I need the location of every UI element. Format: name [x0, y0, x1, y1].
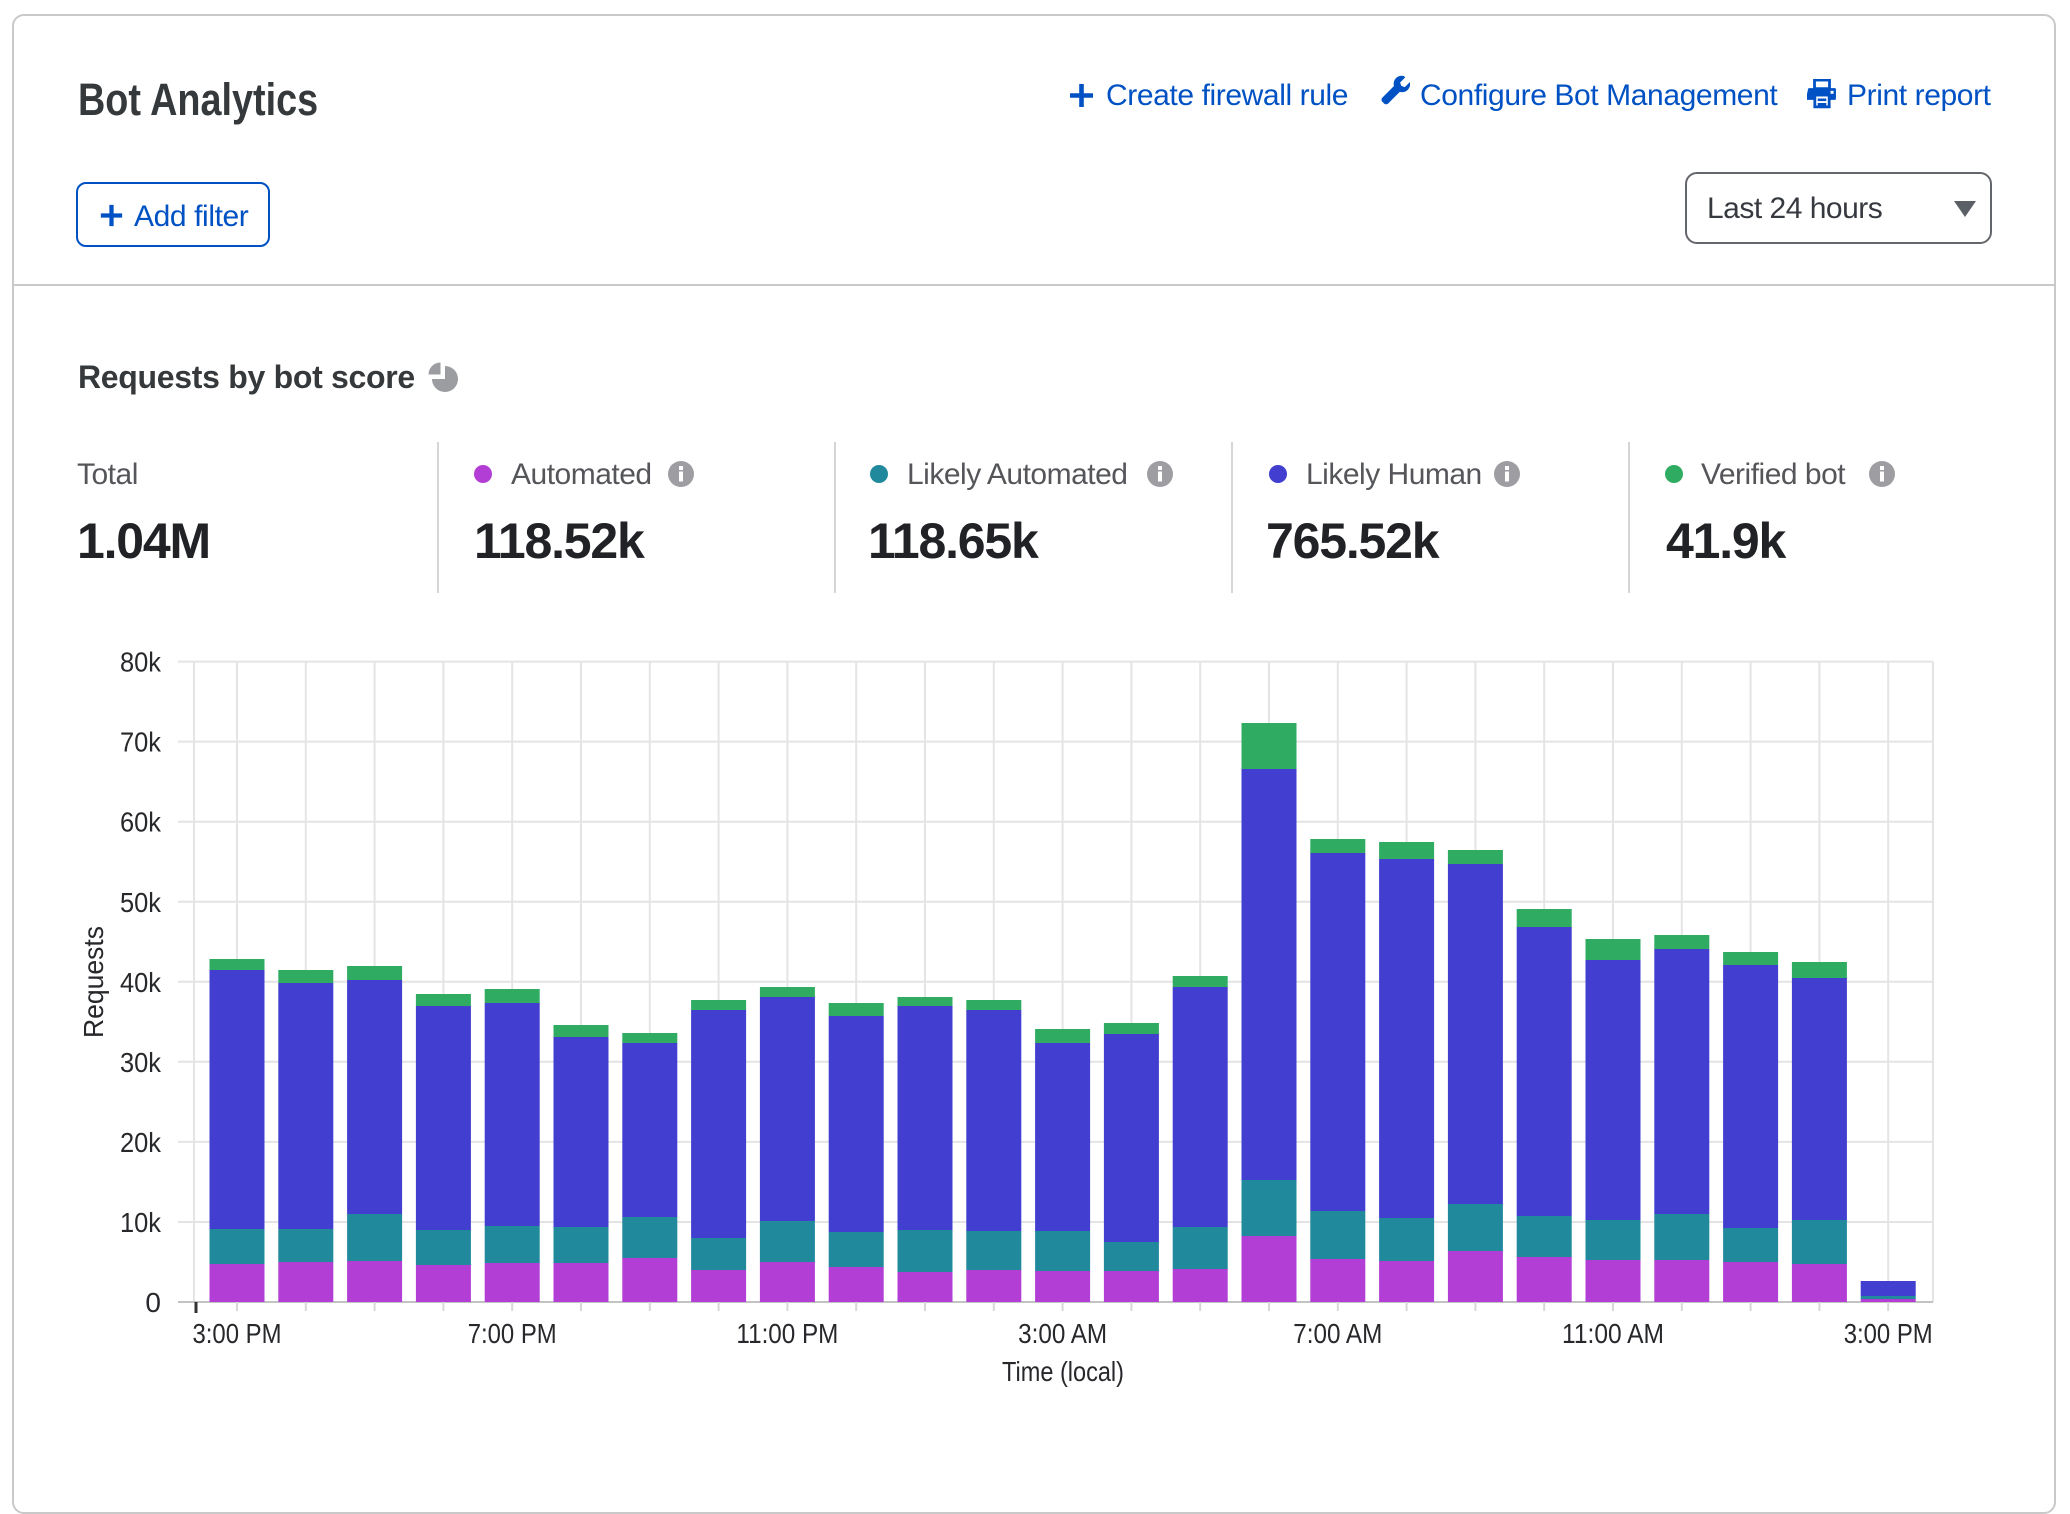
svg-text:30k: 30k — [120, 1047, 162, 1078]
svg-text:80k: 80k — [120, 647, 162, 678]
svg-text:50k: 50k — [120, 887, 162, 918]
svg-text:7:00 PM: 7:00 PM — [468, 1318, 557, 1349]
svg-text:40k: 40k — [120, 967, 162, 998]
svg-text:20k: 20k — [120, 1127, 162, 1158]
svg-text:0: 0 — [145, 1287, 161, 1318]
svg-text:10k: 10k — [120, 1207, 162, 1238]
svg-text:Requests: Requests — [78, 926, 109, 1038]
svg-text:3:00 PM: 3:00 PM — [193, 1318, 282, 1349]
svg-text:7:00 AM: 7:00 AM — [1293, 1318, 1382, 1349]
svg-text:11:00 PM: 11:00 PM — [736, 1318, 838, 1349]
svg-text:3:00 PM: 3:00 PM — [1844, 1318, 1933, 1349]
svg-text:Time (local): Time (local) — [1002, 1356, 1124, 1387]
svg-text:3:00 AM: 3:00 AM — [1018, 1318, 1107, 1349]
svg-text:60k: 60k — [120, 807, 162, 838]
svg-text:11:00 AM: 11:00 AM — [1562, 1318, 1664, 1349]
svg-text:70k: 70k — [120, 727, 162, 758]
